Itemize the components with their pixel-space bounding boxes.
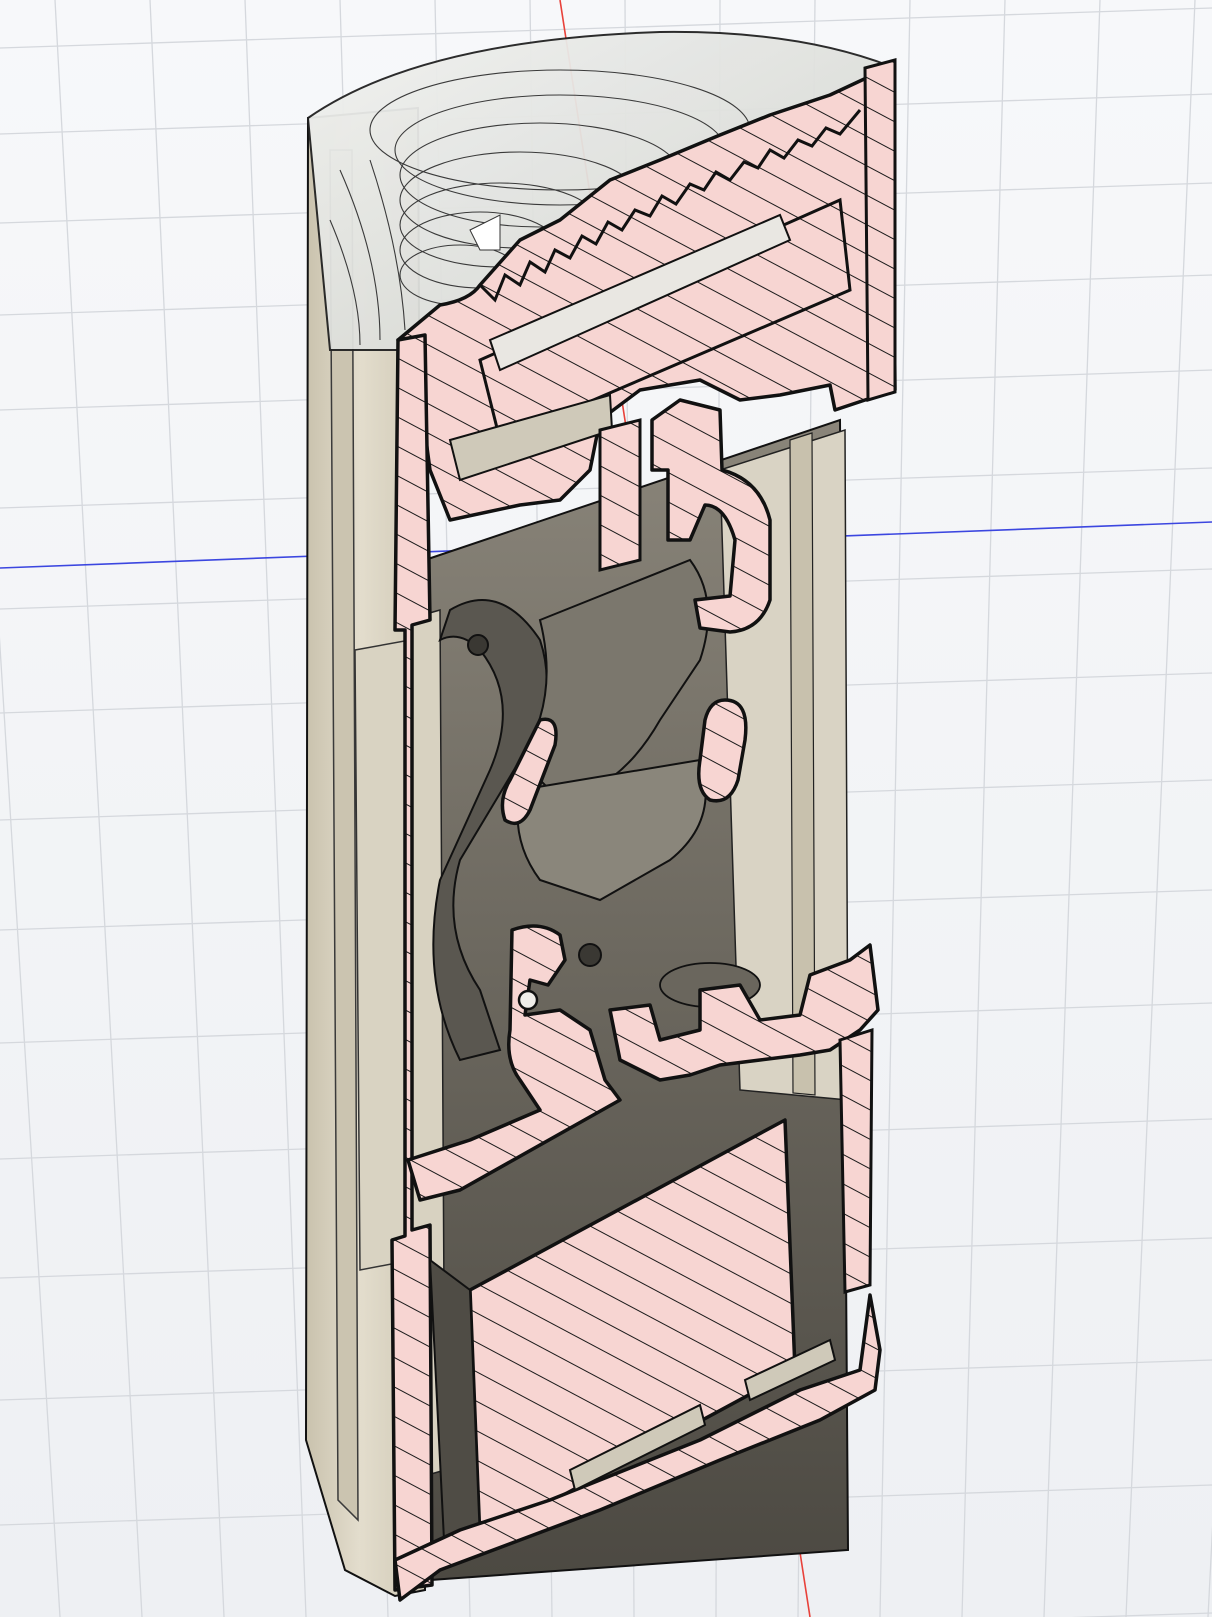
grid-line — [1125, 0, 1196, 1617]
scene[interactable] — [0, 0, 1212, 1617]
pivot-top — [467, 634, 489, 656]
grid-line — [1043, 0, 1101, 1617]
section-right-wall-lower — [838, 1027, 874, 1294]
grid-line — [54, 0, 143, 1617]
grid-line — [0, 636, 61, 1617]
section-view-model[interactable] — [304, 30, 897, 1602]
viewport-canvas[interactable] — [0, 0, 1212, 1617]
section-right-wall-top — [863, 58, 897, 403]
pivot-bottom — [578, 943, 602, 967]
grid-line — [1207, 1525, 1212, 1617]
grid-line — [1071, 1612, 1212, 1617]
lower-hole — [517, 989, 539, 1011]
grid-line — [961, 0, 1006, 1617]
grid-line — [244, 0, 307, 1617]
grid-line — [149, 0, 225, 1617]
section-latch-post — [598, 418, 642, 572]
